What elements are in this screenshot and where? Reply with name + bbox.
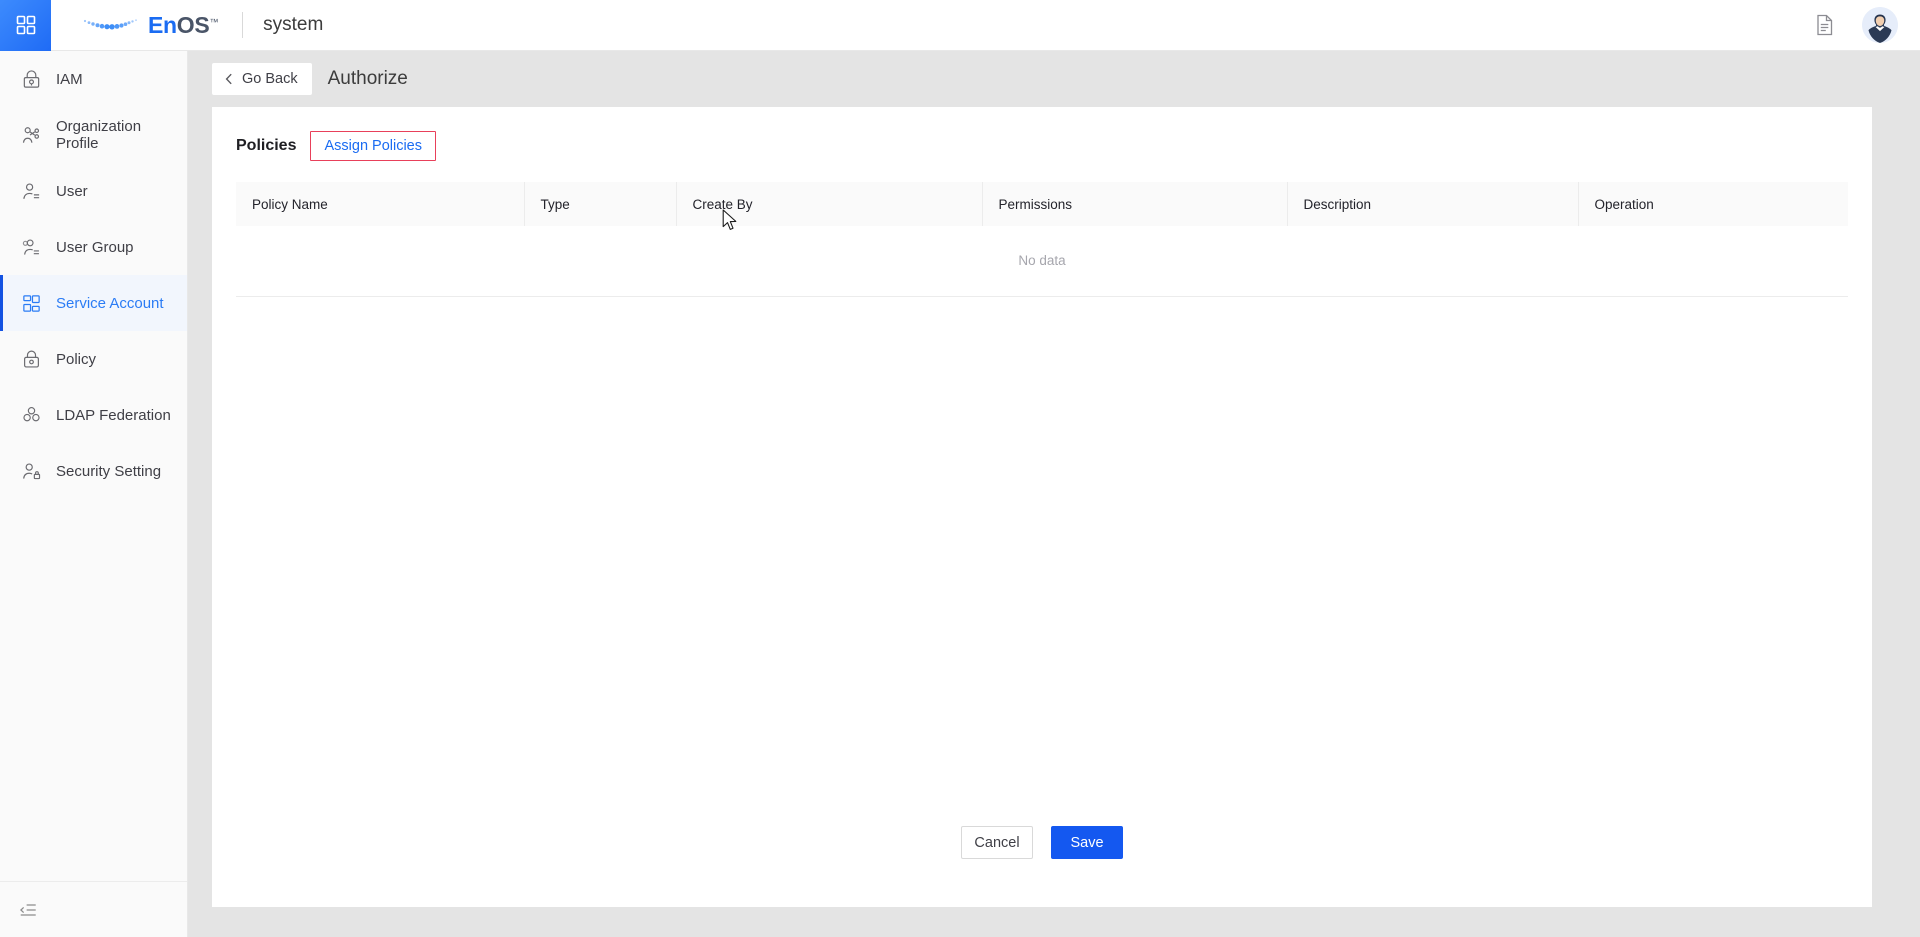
table-empty-row: No data — [236, 226, 1848, 297]
table-header-row: Policy Name Type Create By Permissions D… — [236, 182, 1848, 226]
go-back-label: Go Back — [242, 70, 298, 87]
enos-logo-icon — [81, 14, 143, 36]
sidebar-item-user-group[interactable]: User Group — [0, 219, 187, 275]
column-header-create-by[interactable]: Create By — [676, 182, 983, 226]
sidebar-item-label: Policy — [56, 350, 97, 368]
sidebar-item-label: User Group — [56, 238, 134, 256]
column-header-policy-name[interactable]: Policy Name — [236, 182, 525, 226]
brand-tm-text: ™ — [209, 16, 219, 27]
no-data-message: No data — [236, 226, 1848, 297]
top-bar: En OS ™ system — [0, 0, 1920, 51]
avatar[interactable] — [1862, 7, 1898, 43]
document-icon[interactable] — [1814, 13, 1836, 37]
sidebar-item-label: IAM — [56, 70, 83, 88]
top-bar-actions — [1814, 7, 1920, 43]
sidebar-item-user[interactable]: User — [0, 163, 187, 219]
app-title: system — [263, 14, 324, 35]
header-divider — [242, 12, 244, 38]
sidebar-item-iam[interactable]: IAM — [0, 51, 187, 107]
service-account-icon — [20, 292, 42, 314]
sidebar-item-service-account[interactable]: Service Account — [0, 275, 187, 331]
policies-section-label: Policies — [236, 137, 297, 154]
iam-lock-icon — [20, 68, 42, 90]
page-title: Authorize — [327, 67, 408, 89]
save-button[interactable]: Save — [1051, 826, 1123, 859]
collapse-sidebar-icon[interactable] — [18, 900, 38, 920]
sidebar-item-label: User — [56, 182, 88, 200]
ldap-federation-icon — [20, 404, 42, 426]
brand-wordmark: En OS ™ — [148, 12, 218, 39]
column-header-description[interactable]: Description — [1287, 182, 1579, 226]
sidebar-item-policy[interactable]: Policy — [0, 331, 187, 387]
user-icon — [20, 180, 42, 202]
sidebar: IAM Organization Profile User User Group… — [0, 51, 188, 937]
cancel-button[interactable]: Cancel — [961, 826, 1033, 859]
brand-en-text: En — [148, 11, 177, 38]
sidebar-item-label: Organization Profile — [56, 118, 142, 152]
sidebar-footer — [0, 881, 187, 937]
column-header-type[interactable]: Type — [524, 182, 677, 226]
sidebar-item-label: LDAP Federation — [56, 406, 171, 424]
authorize-card: Policies Assign Policies Policy Name Typ… — [212, 107, 1872, 907]
assign-policies-button[interactable]: Assign Policies — [310, 131, 436, 161]
policies-table-body: No data — [236, 226, 1848, 297]
sidebar-item-ldap-federation[interactable]: LDAP Federation — [0, 387, 187, 443]
column-header-operation[interactable]: Operation — [1578, 182, 1848, 226]
page-header: Go Back Authorize — [188, 51, 1920, 106]
brand[interactable]: En OS ™ — [81, 12, 218, 39]
main-content: Go Back Authorize Policies Assign Polici… — [188, 51, 1920, 937]
organization-icon — [20, 124, 42, 146]
go-back-button[interactable]: Go Back — [212, 62, 312, 95]
policies-toolbar: Policies Assign Policies — [212, 107, 1872, 161]
column-header-permissions[interactable]: Permissions — [982, 182, 1288, 226]
user-group-icon — [20, 236, 42, 258]
security-setting-icon — [20, 460, 42, 482]
policy-lock-icon — [20, 348, 42, 370]
form-actions: Cancel Save — [212, 826, 1872, 859]
sidebar-item-label: Security Setting — [56, 462, 162, 480]
apps-grid-icon[interactable] — [0, 0, 51, 51]
chevron-left-icon — [223, 72, 235, 86]
policies-table-header: Policy Name Type Create By Permissions D… — [236, 182, 1848, 226]
sidebar-item-security-setting[interactable]: Security Setting — [0, 443, 187, 499]
policies-table: Policy Name Type Create By Permissions D… — [236, 182, 1848, 297]
brand-os-text: OS — [176, 11, 210, 38]
sidebar-item-organization-profile[interactable]: Organization Profile — [0, 107, 187, 163]
sidebar-item-label: Service Account — [56, 294, 164, 312]
